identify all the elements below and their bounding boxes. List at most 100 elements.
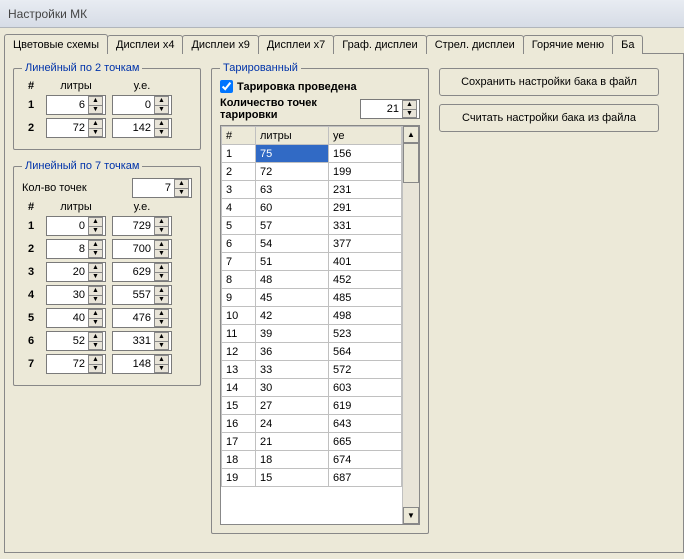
cell-litres[interactable]: 60 — [256, 199, 329, 217]
table-row[interactable]: 1430603 — [222, 379, 402, 397]
spin-up-icon[interactable]: ▲ — [154, 309, 169, 318]
cell-idx[interactable]: 9 — [222, 289, 256, 307]
linear7-u-input[interactable] — [113, 217, 153, 235]
cell-ue[interactable]: 452 — [329, 271, 402, 289]
linear7-u-input[interactable] — [113, 286, 153, 304]
cell-ue[interactable]: 572 — [329, 361, 402, 379]
spin-up-icon[interactable]: ▲ — [154, 240, 169, 249]
table-row[interactable]: 1139523 — [222, 325, 402, 343]
load-tank-button[interactable]: Считать настройки бака из файла — [439, 104, 659, 132]
scroll-down-icon[interactable]: ▼ — [403, 507, 419, 524]
spin-up-icon[interactable]: ▲ — [154, 263, 169, 272]
linear7-l-input[interactable] — [47, 309, 87, 327]
linear7-u-spinner[interactable]: ▲▼ — [112, 239, 172, 259]
table-row[interactable]: 460291 — [222, 199, 402, 217]
spin-up-icon[interactable]: ▲ — [88, 355, 103, 364]
spin-down-icon[interactable]: ▼ — [154, 341, 169, 351]
cell-litres[interactable]: 51 — [256, 253, 329, 271]
tab-1[interactable]: Дисплеи х4 — [107, 35, 183, 54]
spin-down-icon[interactable]: ▼ — [154, 272, 169, 282]
cell-litres[interactable]: 21 — [256, 433, 329, 451]
linear7-l-spinner[interactable]: ▲▼ — [46, 354, 106, 374]
cell-litres[interactable]: 72 — [256, 163, 329, 181]
linear7-u-spinner[interactable]: ▲▼ — [112, 285, 172, 305]
spin-down-icon[interactable]: ▼ — [154, 226, 169, 236]
spin-up-icon[interactable]: ▲ — [154, 286, 169, 295]
cell-idx[interactable]: 11 — [222, 325, 256, 343]
cell-ue[interactable]: 564 — [329, 343, 402, 361]
scroll-up-icon[interactable]: ▲ — [403, 126, 419, 143]
cell-litres[interactable]: 75 — [256, 145, 329, 163]
cell-idx[interactable]: 15 — [222, 397, 256, 415]
cell-idx[interactable]: 19 — [222, 469, 256, 487]
spin-down-icon[interactable]: ▼ — [174, 188, 189, 198]
spin-up-icon[interactable]: ▲ — [88, 286, 103, 295]
cell-ue[interactable]: 485 — [329, 289, 402, 307]
table-row[interactable]: 1624643 — [222, 415, 402, 433]
linear7-l-input[interactable] — [47, 332, 87, 350]
tab-7[interactable]: Ба — [612, 35, 643, 54]
table-row[interactable]: 751401 — [222, 253, 402, 271]
linear7-u-spinner[interactable]: ▲▼ — [112, 216, 172, 236]
table-row[interactable]: 272199 — [222, 163, 402, 181]
spin-up-icon[interactable]: ▲ — [88, 263, 103, 272]
linear7-l-spinner[interactable]: ▲▼ — [46, 308, 106, 328]
table-row[interactable]: 1721665 — [222, 433, 402, 451]
cell-idx[interactable]: 8 — [222, 271, 256, 289]
spin-up-icon[interactable]: ▲ — [88, 309, 103, 318]
spin-up-icon[interactable]: ▲ — [88, 217, 103, 226]
linear7-l-input[interactable] — [47, 217, 87, 235]
cell-idx[interactable]: 1 — [222, 145, 256, 163]
table-row[interactable]: 363231 — [222, 181, 402, 199]
spin-down-icon[interactable]: ▼ — [402, 109, 417, 119]
cell-idx[interactable]: 2 — [222, 163, 256, 181]
cell-ue[interactable]: 377 — [329, 235, 402, 253]
table-row[interactable]: 848452 — [222, 271, 402, 289]
cell-ue[interactable]: 619 — [329, 397, 402, 415]
linear2-l-spinner[interactable]: ▲▼ — [46, 118, 106, 138]
spin-up-icon[interactable]: ▲ — [88, 96, 103, 105]
cell-idx[interactable]: 14 — [222, 379, 256, 397]
cell-ue[interactable]: 498 — [329, 307, 402, 325]
cell-litres[interactable]: 42 — [256, 307, 329, 325]
tared-checkbox[interactable] — [220, 80, 233, 93]
table-row[interactable]: 1527619 — [222, 397, 402, 415]
linear2-l-input[interactable] — [47, 96, 87, 114]
tared-qty-spinner[interactable]: ▲ ▼ — [360, 99, 420, 119]
linear7-u-spinner[interactable]: ▲▼ — [112, 308, 172, 328]
scroll-thumb[interactable] — [403, 143, 419, 183]
linear7-l-spinner[interactable]: ▲▼ — [46, 262, 106, 282]
spin-down-icon[interactable]: ▼ — [154, 364, 169, 374]
spin-up-icon[interactable]: ▲ — [154, 119, 169, 128]
cell-idx[interactable]: 4 — [222, 199, 256, 217]
table-row[interactable]: 175156 — [222, 145, 402, 163]
spin-down-icon[interactable]: ▼ — [88, 318, 103, 328]
cell-ue[interactable]: 687 — [329, 469, 402, 487]
cell-litres[interactable]: 48 — [256, 271, 329, 289]
cell-idx[interactable]: 12 — [222, 343, 256, 361]
linear2-l-input[interactable] — [47, 119, 87, 137]
table-row[interactable]: 1236564 — [222, 343, 402, 361]
spin-up-icon[interactable]: ▲ — [88, 332, 103, 341]
cell-ue[interactable]: 665 — [329, 433, 402, 451]
cell-ue[interactable]: 401 — [329, 253, 402, 271]
linear2-u-spinner[interactable]: ▲▼ — [112, 95, 172, 115]
cell-ue[interactable]: 523 — [329, 325, 402, 343]
spin-up-icon[interactable]: ▲ — [402, 100, 417, 109]
cell-idx[interactable]: 18 — [222, 451, 256, 469]
linear7-u-spinner[interactable]: ▲▼ — [112, 331, 172, 351]
linear7-u-input[interactable] — [113, 332, 153, 350]
linear2-u-spinner[interactable]: ▲▼ — [112, 118, 172, 138]
cell-idx[interactable]: 7 — [222, 253, 256, 271]
cell-litres[interactable]: 33 — [256, 361, 329, 379]
cell-ue[interactable]: 643 — [329, 415, 402, 433]
linear7-l-spinner[interactable]: ▲▼ — [46, 239, 106, 259]
linear7-l-input[interactable] — [47, 240, 87, 258]
cell-idx[interactable]: 16 — [222, 415, 256, 433]
cell-ue[interactable]: 231 — [329, 181, 402, 199]
linear7-l-spinner[interactable]: ▲▼ — [46, 331, 106, 351]
cell-litres[interactable]: 15 — [256, 469, 329, 487]
linear7-l-spinner[interactable]: ▲▼ — [46, 216, 106, 236]
spin-up-icon[interactable]: ▲ — [154, 332, 169, 341]
linear7-u-input[interactable] — [113, 263, 153, 281]
